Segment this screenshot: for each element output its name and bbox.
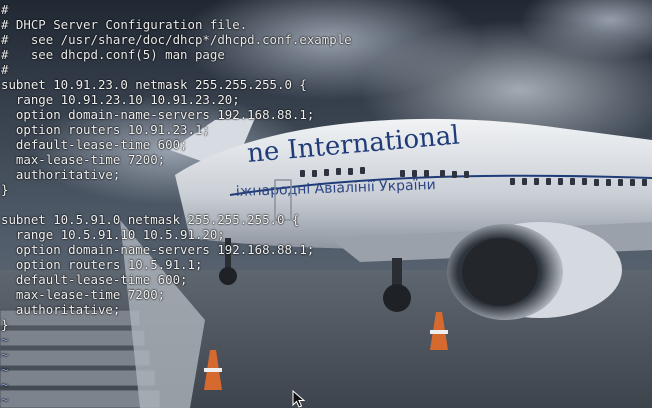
editor-line[interactable]: # see /usr/share/doc/dhcp*/dhcpd.conf.ex… [0,32,652,47]
editor-buffer[interactable]: # # DHCP Server Configuration file. # see … [0,2,652,407]
editor-line[interactable]: option routers 10.91.23.1; [0,122,652,137]
editor-line[interactable]: # see dhcpd.conf(5) man page [0,47,652,62]
editor-line[interactable]: option domain-name-servers 192.168.88.1; [0,242,652,257]
editor-line[interactable]: authoritative; [0,302,652,317]
empty-line-marker[interactable]: ~ [0,362,652,377]
editor-line[interactable]: default-lease-time 600; [0,272,652,287]
editor-line[interactable]: subnet 10.5.91.0 netmask 255.255.255.0 { [0,212,652,227]
editor-line[interactable]: range 10.5.91.10 10.5.91.20; [0,227,652,242]
arrow-cursor-icon [292,390,306,408]
editor-line[interactable] [0,197,652,212]
editor-line[interactable]: } [0,317,652,332]
empty-line-marker[interactable]: ~ [0,347,652,362]
editor-line[interactable]: authoritative; [0,167,652,182]
editor-line[interactable]: range 10.91.23.10 10.91.23.20; [0,92,652,107]
editor-line[interactable]: # [0,62,652,77]
empty-line-marker[interactable]: ~ [0,377,652,392]
editor-line[interactable]: # DHCP Server Configuration file. [0,17,652,32]
empty-line-marker[interactable]: ~ [0,332,652,347]
editor-line[interactable]: option domain-name-servers 192.168.88.1; [0,107,652,122]
empty-line-marker[interactable]: ~ [0,392,652,407]
editor-line[interactable]: } [0,182,652,197]
editor-line[interactable]: max-lease-time 7200; [0,152,652,167]
editor-line[interactable]: max-lease-time 7200; [0,287,652,302]
terminal-window[interactable]: # # DHCP Server Configuration file. # see … [0,0,652,408]
editor-line[interactable]: default-lease-time 600; [0,137,652,152]
editor-line[interactable]: # [0,2,652,17]
editor-line[interactable]: option routers 10.5.91.1; [0,257,652,272]
editor-line[interactable]: subnet 10.91.23.0 netmask 255.255.255.0 … [0,77,652,92]
